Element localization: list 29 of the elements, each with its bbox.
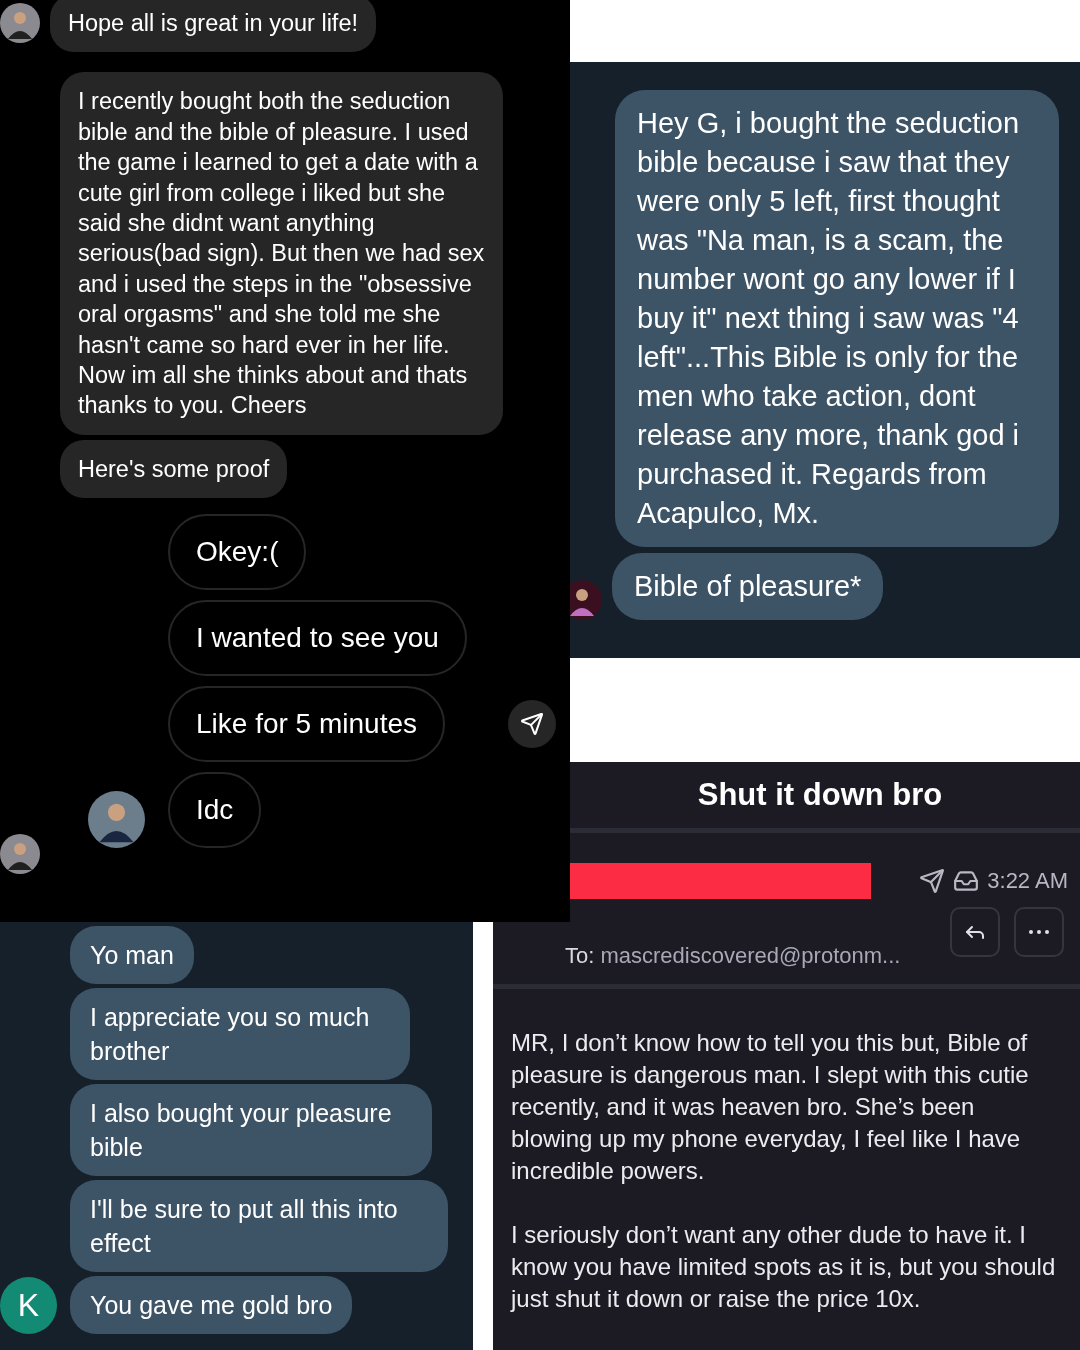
- send-button[interactable]: [508, 700, 556, 748]
- message-bubble: Yo man: [70, 926, 194, 984]
- email-subject: Shut it down bro: [696, 776, 944, 814]
- message-bubble: Hey G, i bought the seduction bible because i saw that they were only 5 left, first thought was "Na man, is a scam, the number wont go any lower if I buy it" next thing i saw was "4 left"...This Bible is only for the men who take action, dont release any more, thank god i purchased it. Regards from Acapulco, Mx.: [615, 90, 1059, 547]
- message-bubble: I wanted to see you: [168, 600, 467, 677]
- message-bubble: Okey:(: [168, 514, 307, 591]
- avatar: [88, 791, 145, 849]
- message-bubble: I recently bought both the seduction bible and the bible of pleasure. I used the game i learned to get a date with a cute girl from college i liked but she said she didnt want anything serious(bad sign). But then we had sex and i used the steps in the "obsessive oral orgasms" and she told me she hasn't came so hard ever in her life. Now im all she thinks about and thats thanks to you. Cheers: [60, 72, 503, 435]
- inbox-icon: [953, 868, 980, 894]
- email-paragraph: MR, I don’t know how to tell you this but, Bible of pleasure is dangerous man. I slept with this cutie recently, and it was heaven bro. She’s been blowing up my phone everyday, I feel like I have incredible powers.: [511, 1028, 1030, 1186]
- message-bubble: I appreciate you so much brother: [70, 988, 410, 1080]
- avatar: K: [0, 1276, 57, 1334]
- message-bubble: Hope all is great in your life!: [50, 0, 376, 53]
- more-icon: [1029, 930, 1049, 934]
- send-icon: [520, 712, 544, 736]
- message-bubble: Idc: [168, 772, 262, 849]
- reply-button[interactable]: [950, 907, 1000, 957]
- email-paragraph: I seriously don’t want any other dude to have it. I know you have limited spots as it is, but you should just shut it down or raise the price 10x.: [511, 1220, 1057, 1314]
- send-icon: [919, 868, 946, 894]
- message-bubble: I also bought your pleasure bible: [70, 1084, 432, 1176]
- message-bubble: You gave me gold bro: [70, 1276, 353, 1334]
- message-bubble: Here's some proof: [60, 439, 288, 499]
- avatar: [0, 3, 40, 44]
- email-time: 3:22 AM: [987, 868, 1068, 894]
- message-bubble: I'll be sure to put all this into effect: [70, 1180, 448, 1272]
- recipient-line: To: mascrediscovered@protonm...: [565, 943, 901, 969]
- avatar: [0, 834, 40, 875]
- message-bubble: Bible of pleasure*: [612, 553, 884, 620]
- message-bubble: Like for 5 minutes: [168, 686, 445, 763]
